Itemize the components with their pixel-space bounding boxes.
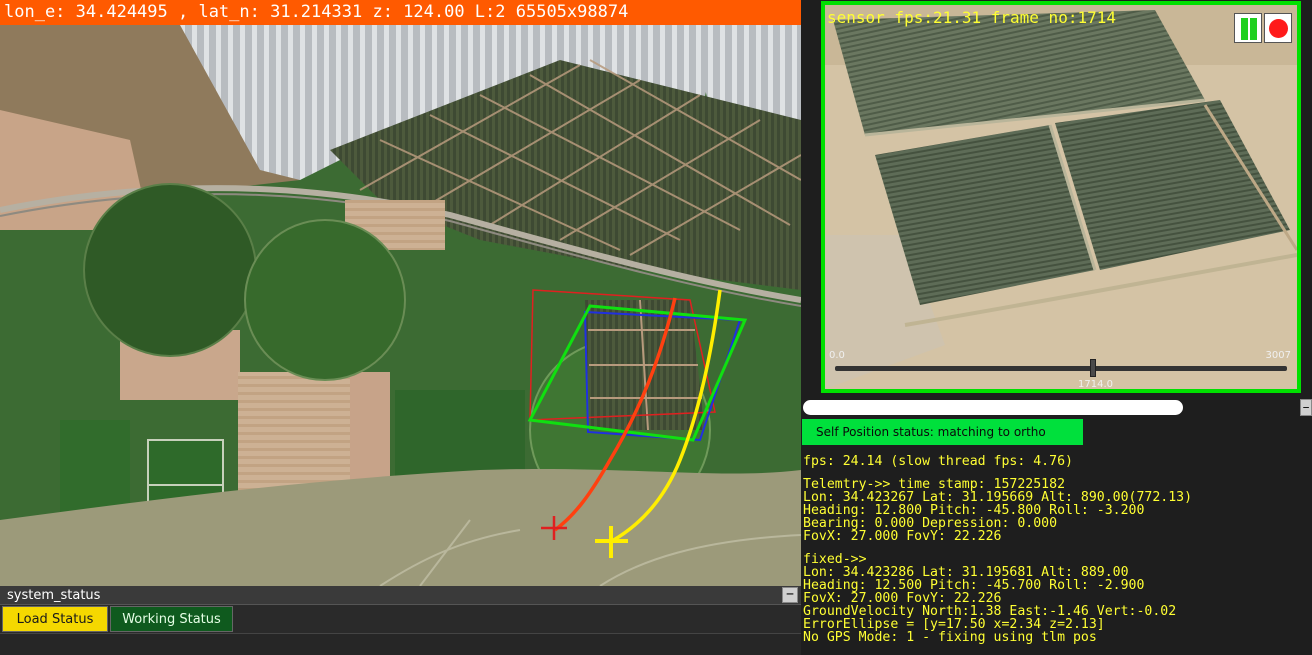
frame-slider-thumb[interactable] bbox=[1090, 359, 1096, 377]
status-tab-content bbox=[0, 633, 801, 655]
fps-line: fps: 24.14 (slow thread fps: 4.76) bbox=[803, 454, 1073, 469]
sensor-view: sensor fps:21.31 frame no:1714 0.0 3007 … bbox=[821, 1, 1301, 393]
tab-working-status[interactable]: Working Status bbox=[110, 606, 233, 632]
progress-bar bbox=[803, 400, 1183, 415]
pause-button[interactable] bbox=[1234, 13, 1262, 43]
system-status-title: system_status bbox=[0, 586, 801, 605]
slider-max-label: 3007 bbox=[1265, 350, 1291, 361]
telemetry-line: FovX: 27.000 FovY: 22.226 bbox=[803, 529, 1002, 544]
progress-strip: − bbox=[801, 398, 1312, 418]
coordinate-readout: lon_e: 34.424495 , lat_n: 31.214331 z: 1… bbox=[0, 0, 801, 25]
collapse-button[interactable]: − bbox=[1300, 399, 1312, 416]
map-view[interactable]: lon_e: 34.424495 , lat_n: 31.214331 z: 1… bbox=[0, 0, 801, 586]
record-button[interactable] bbox=[1264, 13, 1292, 43]
record-icon bbox=[1269, 19, 1288, 38]
frame-slider-track[interactable] bbox=[835, 366, 1287, 371]
fixed-line: No GPS Mode: 1 - fixing using tlm pos bbox=[803, 630, 1097, 645]
tab-load-status[interactable]: Load Status bbox=[2, 606, 108, 632]
satellite-map[interactable] bbox=[0, 0, 801, 586]
sensor-fps-readout: sensor fps:21.31 frame no:1714 bbox=[827, 8, 1116, 27]
collapse-button[interactable]: − bbox=[782, 587, 798, 603]
slider-value-label: 1714.0 bbox=[1078, 379, 1113, 390]
slider-min-label: 0.0 bbox=[829, 350, 845, 361]
system-status-panel: system_status − Load Status Working Stat… bbox=[0, 586, 801, 655]
self-position-status-badge: Self Position status: matching to ortho bbox=[802, 419, 1083, 445]
sensor-image bbox=[825, 5, 1297, 389]
self-position-panel: Self Position status: matching to ortho … bbox=[801, 418, 1312, 655]
